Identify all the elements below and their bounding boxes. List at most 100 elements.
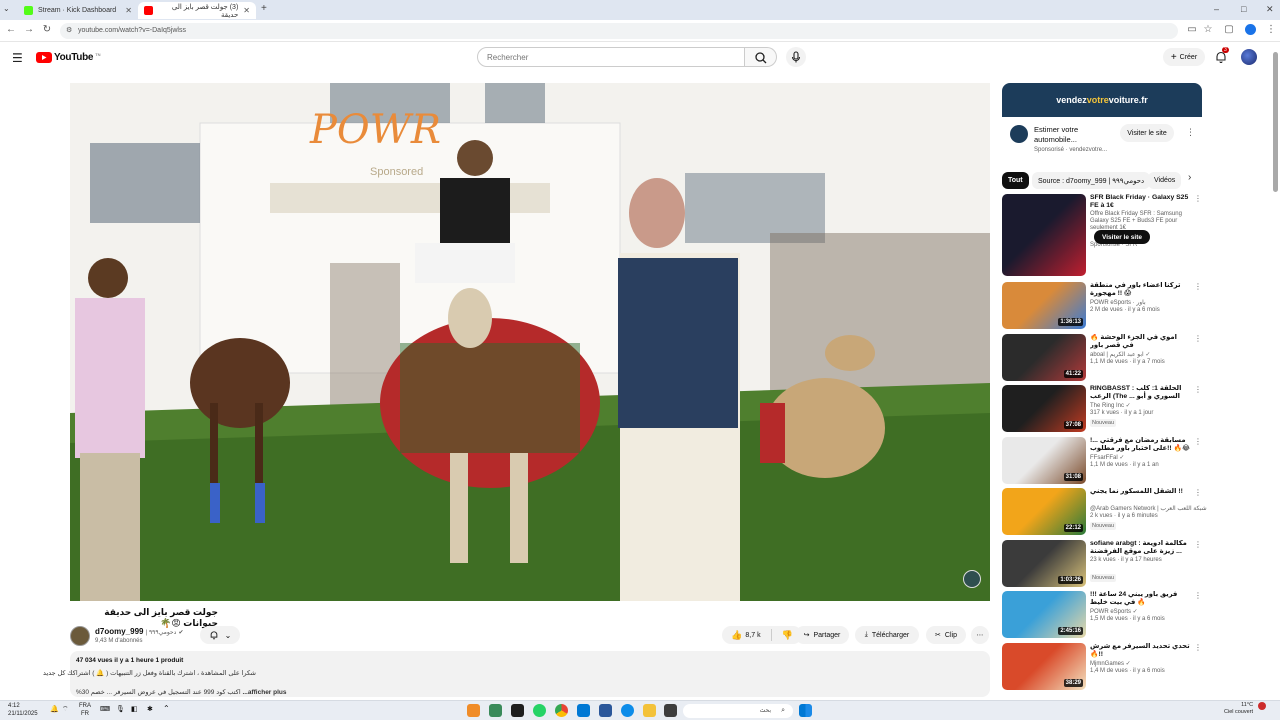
video-title[interactable]: RINGBASST : الحلقة 1: كلب الرعب (The ...… bbox=[1090, 385, 1190, 401]
windows-start-icon[interactable] bbox=[799, 704, 812, 717]
notifications-button[interactable]: 3 bbox=[1214, 47, 1229, 69]
weather-widget[interactable]: 11°C Ciel couvert bbox=[1224, 702, 1253, 716]
voice-search-button[interactable] bbox=[786, 47, 806, 67]
taskbar-app-icon[interactable] bbox=[489, 704, 502, 717]
video-title[interactable]: SFR Black Friday · Galaxy S25 FE à 1€ bbox=[1090, 194, 1190, 210]
whatsapp-icon[interactable] bbox=[533, 704, 546, 717]
tab-menu-icon[interactable]: ⌄ bbox=[3, 4, 10, 13]
channel-avatar[interactable] bbox=[70, 626, 90, 646]
visit-site-button[interactable]: Visiter le site bbox=[1094, 230, 1150, 244]
video-title[interactable]: تحدي تحديد السيرفر مع شرش 🔥!! bbox=[1090, 643, 1190, 659]
recommended-video[interactable]: 2:45:16 !!! فريق باور يبني 24 ساعة في بيت… bbox=[1002, 591, 1202, 638]
share-button[interactable]: ↪ Partager bbox=[795, 626, 849, 644]
clip-button[interactable]: ✂ Clip bbox=[926, 626, 966, 644]
microphone-tray-icon[interactable]: 🎙 bbox=[116, 705, 125, 713]
video-channel[interactable]: Offre Black Friday SFR : Samsung Galaxy … bbox=[1090, 211, 1190, 232]
language-indicator[interactable]: FRA FR bbox=[79, 702, 91, 718]
close-tab-icon[interactable]: ✕ bbox=[243, 6, 250, 15]
tab-youtube-video[interactable]: (3) جولت قصر بايز الى حديقة ✕ bbox=[138, 2, 256, 19]
channel-watermark-icon[interactable] bbox=[963, 570, 981, 588]
recommended-video[interactable]: 1:36:13 تركنا اعضاء باور في منطقة مهجورة … bbox=[1002, 282, 1202, 329]
video-thumbnail[interactable]: 1:36:13 bbox=[1002, 282, 1086, 329]
video-channel[interactable]: aboal | ابو عبد الكريم ✓ bbox=[1090, 351, 1150, 358]
more-options-icon[interactable]: ⋮ bbox=[1194, 194, 1202, 203]
browser-menu-icon[interactable]: ⋮ bbox=[1264, 24, 1278, 35]
account-avatar[interactable] bbox=[1241, 49, 1257, 65]
dislike-button[interactable]: 👎 bbox=[782, 630, 793, 641]
video-thumbnail[interactable]: 41:22 bbox=[1002, 333, 1086, 381]
cast-icon[interactable]: ▭ bbox=[1185, 24, 1199, 35]
ad-banner[interactable]: vendez votre voiture.fr bbox=[1002, 83, 1202, 117]
url-field[interactable]: ⚙ youtube.com/watch?v=-DaIq5jwlss bbox=[60, 23, 1178, 39]
more-options-icon[interactable]: ⋮ bbox=[1194, 334, 1202, 343]
download-button[interactable]: ⤓ Télécharger bbox=[855, 626, 919, 644]
tray-icon[interactable]: ◧ bbox=[131, 705, 138, 713]
video-channel[interactable]: @Arab Gamers Network | شبكة اللعب العرب bbox=[1090, 505, 1207, 512]
more-options-icon[interactable]: ⋮ bbox=[1194, 282, 1202, 291]
taskbar-clock[interactable]: 4:12 21/11/2025 bbox=[8, 702, 38, 718]
tab-kick-dashboard[interactable]: Stream · Kick Dashboard ✕ bbox=[18, 2, 138, 19]
video-channel[interactable]: POWR eSports · باور bbox=[1090, 299, 1146, 306]
taskbar-app-icon[interactable] bbox=[599, 704, 612, 717]
video-channel[interactable]: FFsarFFal ✓ bbox=[1090, 454, 1124, 461]
create-button[interactable]: + Créer bbox=[1163, 48, 1205, 66]
forward-icon[interactable]: → bbox=[22, 24, 36, 35]
video-player[interactable]: POWR Sponsored bbox=[70, 83, 990, 601]
subscription-bell-button[interactable]: ⌄ bbox=[200, 626, 240, 644]
video-title[interactable]: الشقل اللمسكور نما يجني !! bbox=[1090, 488, 1190, 496]
video-thumbnail[interactable]: 38:29 bbox=[1002, 642, 1086, 690]
more-options-icon[interactable]: ⋮ bbox=[1194, 437, 1202, 446]
profile-avatar[interactable] bbox=[1245, 24, 1256, 35]
wifi-icon[interactable]: ⌔ bbox=[62, 705, 69, 714]
taskbar-search[interactable]: بحث ⌕ bbox=[683, 704, 793, 718]
close-window-button[interactable]: ✕ bbox=[1266, 4, 1274, 15]
bookmark-star-icon[interactable]: ☆ bbox=[1201, 24, 1215, 35]
notification-center-icon[interactable]: 🔔 bbox=[50, 705, 59, 713]
back-icon[interactable]: ← bbox=[4, 24, 18, 35]
more-options-icon[interactable]: ⋮ bbox=[1194, 540, 1202, 549]
page-scrollbar[interactable] bbox=[1273, 52, 1278, 192]
ad-more-options-icon[interactable]: ⋮ bbox=[1186, 127, 1195, 138]
video-thumbnail[interactable]: 1:03:26 bbox=[1002, 539, 1086, 587]
visit-site-button[interactable]: Visiter le site bbox=[1120, 124, 1174, 142]
channel-name-link[interactable]: d7oomy_999 | دحومي٩٩٩ ✔ bbox=[95, 627, 184, 636]
taskbar-app-icon[interactable] bbox=[664, 704, 677, 717]
site-info-icon[interactable]: ⚙ bbox=[66, 23, 72, 39]
chip-videos[interactable]: Vidéos bbox=[1148, 172, 1182, 189]
chrome-icon[interactable] bbox=[555, 704, 568, 717]
recommended-video[interactable]: 22:12 الشقل اللمسكور نما يجني !! @Arab Gam… bbox=[1002, 488, 1207, 535]
video-title[interactable]: مسابقة رمضان مع فرقتي ...! على اختبار با… bbox=[1090, 437, 1190, 453]
video-title[interactable]: !!! فريق باور يبني 24 ساعة في بيت خليط 🔥 bbox=[1090, 591, 1190, 607]
hamburger-menu-icon[interactable]: ☰ bbox=[12, 51, 23, 65]
recommended-video[interactable]: 37:08 RINGBASST : الحلقة 1: كلب الرعب (Th… bbox=[1002, 385, 1202, 432]
video-thumbnail[interactable]: 22:12 bbox=[1002, 488, 1086, 535]
taskbar-app-icon[interactable] bbox=[467, 704, 480, 717]
search-button[interactable] bbox=[745, 47, 777, 67]
reload-icon[interactable]: ↻ bbox=[40, 24, 54, 35]
bluetooth-icon[interactable]: ✱ bbox=[147, 705, 153, 713]
extensions-icon[interactable]: ▢ bbox=[1222, 24, 1236, 35]
recommended-video[interactable]: 1:03:26 sofiane arabgt : مكالمة ادويعة ..… bbox=[1002, 539, 1202, 587]
video-thumbnail[interactable] bbox=[1002, 194, 1086, 276]
taskbar-app-icon[interactable] bbox=[577, 704, 590, 717]
video-channel[interactable]: 23 k vues · il y a 17 heures bbox=[1090, 557, 1162, 563]
search-input[interactable] bbox=[477, 47, 745, 67]
tray-overflow-icon[interactable]: ⌃ bbox=[163, 704, 170, 713]
new-tab-button[interactable]: + bbox=[261, 3, 267, 14]
video-title[interactable]: sofiane arabgt : مكالمة ادويعة ... زيزة … bbox=[1090, 540, 1190, 556]
close-tab-icon[interactable]: ✕ bbox=[125, 6, 132, 15]
video-title[interactable]: 🔥 اموي في الجزء الوحشة في قصر باور bbox=[1090, 334, 1190, 350]
file-explorer-icon[interactable] bbox=[643, 704, 656, 717]
chevron-right-icon[interactable]: › bbox=[1188, 172, 1191, 183]
description-box[interactable]: 47 034 vues il y a 1 heure 1 produit شكر… bbox=[43, 651, 990, 697]
more-actions-button[interactable]: ⋯ bbox=[971, 626, 989, 644]
more-options-icon[interactable]: ⋮ bbox=[1194, 643, 1202, 652]
video-thumbnail[interactable]: 2:45:16 bbox=[1002, 591, 1086, 638]
video-channel[interactable]: The Ring Inc ✓ bbox=[1090, 402, 1131, 409]
recommended-video[interactable]: 41:22 🔥 اموي في الجزء الوحشة في قصر باور a… bbox=[1002, 333, 1202, 381]
video-title[interactable]: تركنا اعضاء باور في منطقة مهجورة !! 😱 bbox=[1090, 282, 1190, 298]
chip-all[interactable]: Tout bbox=[1002, 172, 1029, 189]
taskbar-app-icon[interactable] bbox=[511, 704, 524, 717]
like-button[interactable]: 👍 8,7 k bbox=[731, 630, 760, 641]
sponsored-recommendation[interactable]: SFR Black Friday · Galaxy S25 FE à 1€ Off… bbox=[1002, 194, 1202, 276]
